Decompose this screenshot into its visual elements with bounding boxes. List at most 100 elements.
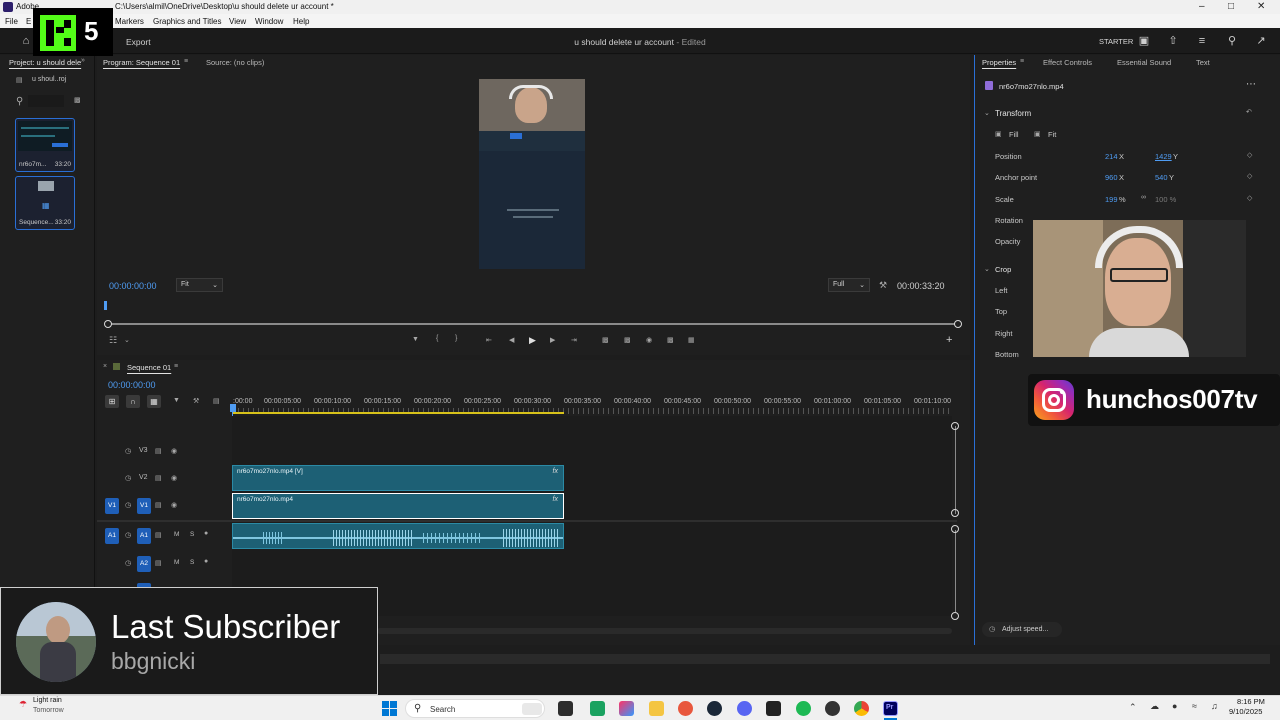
eye-icon[interactable]: ◉: [171, 501, 177, 509]
steam-icon[interactable]: [707, 701, 722, 716]
position-x-value[interactable]: 214: [1105, 152, 1118, 161]
clock-time[interactable]: 8:16 PM: [1237, 697, 1265, 706]
program-video-frame[interactable]: [479, 79, 585, 269]
workspace-label[interactable]: STARTER: [1099, 37, 1133, 46]
zoom-handle-left[interactable]: [104, 320, 112, 328]
more-options-icon[interactable]: ⋯: [1246, 79, 1256, 90]
search-project-icon[interactable]: ⚲: [16, 96, 23, 107]
program-current-time[interactable]: 00:00:00:00: [109, 281, 157, 291]
project-item-clip[interactable]: nr6o7m... 33:20: [15, 118, 75, 172]
mark-out-icon[interactable]: }: [455, 335, 457, 342]
project-item-sequence[interactable]: ▦ Sequence... 33:20: [15, 176, 75, 230]
source-patch-v1[interactable]: V1: [105, 498, 119, 514]
video-audio-divider[interactable]: [97, 520, 957, 522]
playhead-handle[interactable]: [230, 404, 236, 412]
menu-file[interactable]: File: [5, 17, 18, 26]
reset-icon[interactable]: ↶: [1246, 108, 1252, 116]
snap-magnet-icon[interactable]: ∩: [126, 395, 140, 408]
timeline-horizontal-scrollbar[interactable]: [377, 628, 952, 634]
video-clip-v1[interactable]: nr6o7mo27nlo.mp4 fx: [232, 493, 564, 519]
add-marker-icon[interactable]: ▼: [412, 336, 419, 343]
mute-button[interactable]: M: [174, 559, 179, 566]
search-icon[interactable]: ⚲: [1226, 35, 1238, 47]
track-target-v1[interactable]: V1: [137, 498, 151, 514]
timeline-marker-icon[interactable]: ▼: [173, 397, 180, 404]
comparison-view-icon[interactable]: ▩: [667, 336, 674, 344]
chevron-down-icon[interactable]: ⌄: [124, 336, 130, 344]
fullscreen-icon[interactable]: ↗: [1255, 35, 1267, 47]
eye-icon[interactable]: ◉: [171, 474, 177, 482]
microphone-icon[interactable]: ●: [204, 558, 208, 565]
lock-icon[interactable]: ◷: [125, 531, 131, 539]
volume-icon[interactable]: ♫: [1211, 701, 1218, 711]
zoom-handle-right[interactable]: [954, 320, 962, 328]
taskbar-search-input[interactable]: ⚲ Search: [405, 699, 545, 718]
play-icon[interactable]: ▶: [529, 335, 536, 346]
properties-tab[interactable]: Properties: [982, 58, 1016, 67]
sequence-tab[interactable]: Sequence 01: [127, 363, 171, 372]
scale-value[interactable]: 199: [1105, 195, 1118, 204]
menu-view[interactable]: View: [229, 17, 246, 26]
panel-expand-icon[interactable]: »: [81, 57, 85, 64]
scroll-handle[interactable]: [951, 509, 959, 517]
share-icon[interactable]: ⇧: [1167, 35, 1179, 47]
adjust-speed-button[interactable]: ◷ Adjust speed...: [982, 622, 1062, 637]
sequence-menu-icon[interactable]: ≡: [174, 363, 178, 370]
program-playhead[interactable]: [104, 301, 107, 310]
terminal-icon[interactable]: [766, 701, 781, 716]
menu-edit[interactable]: E: [26, 17, 31, 26]
video-vertical-scrollbar[interactable]: [955, 426, 956, 514]
source-patch-a1[interactable]: A1: [105, 528, 119, 544]
go-to-in-icon[interactable]: ⇤: [486, 336, 492, 344]
position-y-value[interactable]: 1429: [1155, 152, 1172, 161]
anchor-y-value[interactable]: 540: [1155, 173, 1168, 182]
minimize-icon[interactable]: –: [1199, 1, 1205, 12]
menu-markers[interactable]: Markers: [115, 17, 144, 26]
scroll-handle[interactable]: [951, 525, 959, 533]
source-tab[interactable]: Source: (no clips): [206, 58, 264, 67]
close-sequence-icon[interactable]: ×: [103, 363, 107, 370]
spotify-icon[interactable]: [796, 701, 811, 716]
timeline-current-time[interactable]: 00:00:00:00: [108, 380, 156, 390]
scroll-handle[interactable]: [951, 422, 959, 430]
audio-vertical-scrollbar[interactable]: [955, 530, 956, 612]
keyframe-toggle-icon[interactable]: ◇: [1247, 151, 1252, 159]
weather-line1[interactable]: Light rain: [33, 697, 62, 704]
sync-lock-icon[interactable]: ▤: [155, 501, 162, 509]
settings-grid-icon[interactable]: ☷: [109, 335, 117, 346]
linked-selection-icon[interactable]: ▦: [147, 395, 161, 408]
menu-window[interactable]: Window: [255, 17, 283, 26]
whatsapp-icon[interactable]: [590, 701, 605, 716]
maximize-icon[interactable]: □: [1228, 1, 1234, 12]
lock-icon[interactable]: ◷: [125, 474, 131, 482]
track-target-a1[interactable]: A1: [137, 528, 151, 544]
premiere-taskbar-icon[interactable]: Pr: [883, 701, 898, 716]
windows-start-icon[interactable]: [382, 701, 397, 716]
scroll-handle[interactable]: [951, 612, 959, 620]
step-back-icon[interactable]: ◀: [509, 336, 514, 344]
workspace-layout-icon[interactable]: ▣: [1138, 35, 1150, 47]
chrome-icon[interactable]: [854, 701, 869, 716]
discord-icon[interactable]: [737, 701, 752, 716]
chevron-up-icon[interactable]: ⌃: [1129, 702, 1137, 713]
menu-graphics-and-titles[interactable]: Graphics and Titles: [153, 17, 221, 26]
lock-icon[interactable]: ◷: [125, 501, 131, 509]
work-area-bar[interactable]: [233, 412, 564, 414]
new-bin-icon[interactable]: ▩: [74, 96, 81, 104]
text-tab[interactable]: Text: [1196, 58, 1210, 67]
zoom-select[interactable]: Fit ⌄: [176, 278, 223, 292]
microphone-icon[interactable]: ●: [1172, 701, 1177, 711]
brave-icon[interactable]: [678, 701, 693, 716]
go-to-out-icon[interactable]: ⇥: [571, 336, 577, 344]
chevron-down-icon[interactable]: ⌄: [984, 109, 990, 117]
quick-export-icon[interactable]: ≡: [1196, 35, 1208, 47]
program-tab[interactable]: Program: Sequence 01: [103, 58, 180, 67]
properties-menu-icon[interactable]: ≡: [1020, 58, 1024, 65]
video-clip-v2[interactable]: nr6o7mo27nlo.mp4 [V] fx: [232, 465, 564, 491]
eye-icon[interactable]: ◉: [171, 447, 177, 455]
wrench-icon[interactable]: ⚒: [879, 280, 887, 291]
camera-icon[interactable]: ◉: [646, 336, 652, 344]
program-menu-icon[interactable]: ≡: [184, 58, 188, 65]
microphone-icon[interactable]: ●: [204, 530, 208, 537]
solo-button[interactable]: S: [190, 531, 194, 538]
